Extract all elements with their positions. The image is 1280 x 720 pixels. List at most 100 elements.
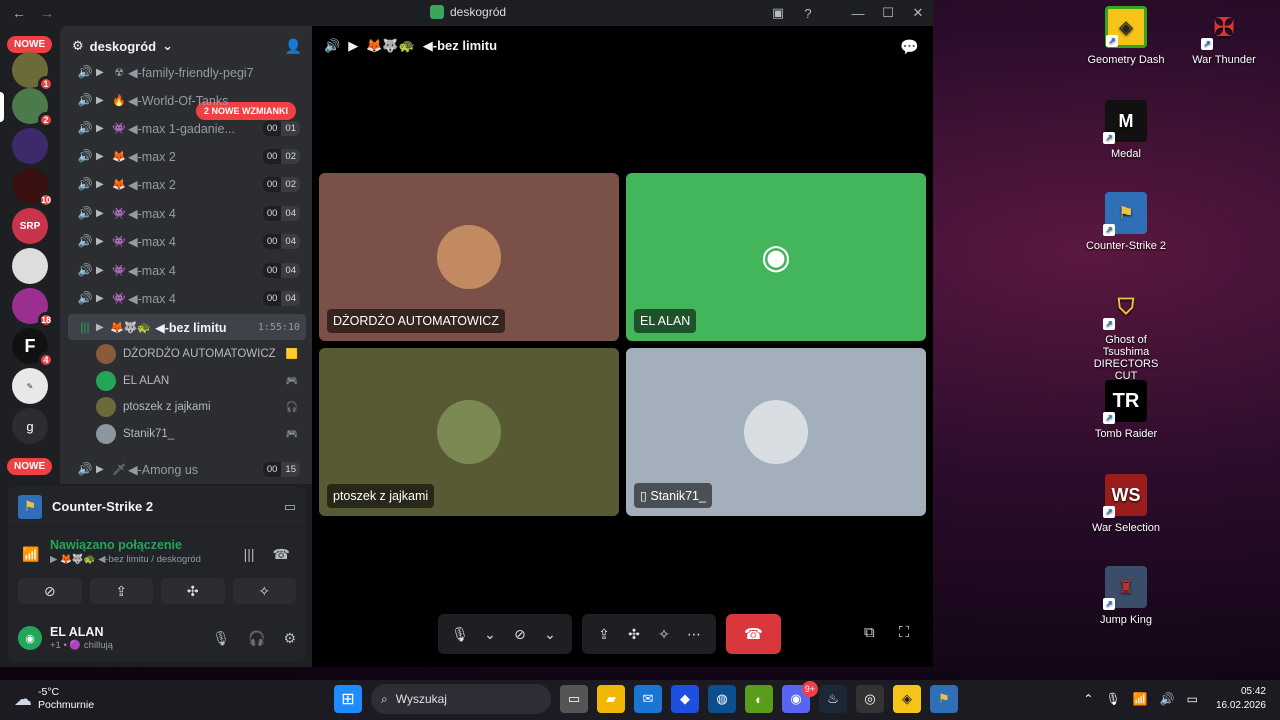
user-limit: 00 04 [262,205,300,221]
desktop-icon-ghost-of-tsushima[interactable]: ⛉ ↗ Ghost of Tsushima DIRECTORS CUT [1081,282,1171,382]
voice-channel[interactable]: 🔊 ▶ 👾 ◀-max 4 00 04 [68,200,306,226]
inbox-icon[interactable]: ▣ [763,5,793,21]
screen-share-icon[interactable]: ⇪ [592,626,616,643]
back-arrow-icon[interactable]: ← [12,5,26,21]
server-icon[interactable]: SRP [12,208,48,244]
server-icon[interactable]: 2 [12,88,54,128]
camera-off-icon[interactable]: ⊘ [508,626,532,643]
participant-tile[interactable]: ▯ Stanik71_ [626,348,926,516]
counter-strike-icon[interactable]: ⚑ [930,685,958,713]
headphones-icon[interactable]: 🎧 [248,630,265,647]
voice-member[interactable]: EL ALAN 🎮 [96,369,306,393]
discord-icon[interactable]: ◉ 9+ [782,681,818,713]
user-limit: 00 04 [262,262,300,278]
microphone-icon[interactable]: 🎙 [448,626,472,643]
clock[interactable]: 05:42 16.02.2026 [1216,685,1266,713]
participant-tile[interactable]: ◉ EL ALAN [626,173,926,341]
task-view-icon[interactable]: ▭ [560,685,588,713]
help-icon[interactable]: ? [793,6,823,21]
disconnect-icon[interactable]: ☎ [273,546,290,563]
user-limit: 00 15 [262,461,300,477]
search-icon: ⌕ [381,691,388,706]
voice-connection: 📶 Nawiązano połączenie ▶ 🦊🐺🐢 ◀-bez limit… [22,538,290,565]
chevron-down-icon[interactable]: ⌄ [478,626,502,643]
server-icon[interactable]: ✎ [12,368,48,404]
server-icon[interactable]: g [12,408,48,444]
close-button[interactable]: ✕ [903,5,933,21]
weather-widget[interactable]: ☁ -5°C Pochmurnie [14,686,94,712]
desktop-icon-war-selection[interactable]: WS ↗ War Selection [1081,470,1171,534]
wifi-icon[interactable]: 📶 [1133,692,1148,706]
desktop-icon-medal[interactable]: M ↗ Medal [1081,96,1171,160]
maximize-button[interactable]: ☐ [873,5,903,21]
voice-channel[interactable]: 🔊 ▶ 👾 ◀-max 4 00 04 [68,285,306,311]
geometry-dash-icon[interactable]: ◈ [893,685,921,713]
noise-suppression-icon[interactable]: ||| [244,546,255,563]
participant-tile[interactable]: ptoszek z jajkami [319,348,619,516]
new-badge[interactable]: NOWE [7,36,53,53]
voice-channel[interactable]: 🔊 ▶ 🦊 ◀-max 2 00 02 [68,143,306,169]
server-icon[interactable] [12,248,48,284]
tomb-raider-icon: TR ↗ [1103,380,1147,424]
voice-member[interactable]: Stanik71_ 🎮 [96,422,306,446]
nvidia-icon[interactable]: ◐ [745,685,773,713]
voice-member[interactable]: ptoszek z jajkami 🎧 [96,395,306,419]
voice-channel[interactable]: 🔊 ▶ 👾 ◀-max 1-gadanie... 00 01 [68,115,306,141]
desktop-icon-jump-king[interactable]: ♜ ↗ Jump King [1081,562,1171,626]
voice-channel[interactable]: 🔊 ▶ ☢ ◀-family-friendly-pegi7 [68,59,306,85]
soundboard-icon[interactable]: ✧ [652,626,676,643]
server-icon[interactable] [12,128,48,164]
new-badge[interactable]: NOWE [7,458,53,475]
obs-icon[interactable]: ◎ [856,685,884,713]
chevron-down-icon[interactable]: ⌄ [538,626,562,643]
chat-icon[interactable]: 💬 [900,38,919,56]
voice-channel[interactable]: 🔊 ▶ 🦊 ◀-max 2 00 02 [68,171,306,197]
participant-tile[interactable]: DŻORDŻO AUTOMATOWICZ [319,173,619,341]
voice-channel[interactable]: 🔊 ▶ 👾 ◀-max 4 00 04 [68,257,306,283]
voice-channel[interactable]: 🔊 ▶ 👾 ◀-max 4 00 04 [68,228,306,254]
windows-start-icon[interactable]: ⊞ [334,685,362,713]
volume-icon[interactable]: 🔊 [1160,692,1175,706]
forward-arrow-icon[interactable]: → [40,5,54,21]
gear-icon[interactable]: ⚙ [283,630,296,647]
soundboard-button[interactable]: ✧ [232,578,296,604]
dropbox-icon[interactable]: ◆ [671,685,699,713]
microphone-icon[interactable]: 🎙 [1105,692,1120,706]
voice-channel-active[interactable]: ||| ▶ 🦊🐺🐢 ◀-bez limitu 1:55:10 [68,314,306,340]
screen-share-button[interactable]: ⇪ [89,578,153,604]
voice-channel[interactable]: 🔊 ▶ 🔥 ◀-World-Of-Tanks [68,87,306,113]
signal-icon[interactable]: 📶 [22,546,39,563]
more-icon[interactable]: ⋯ [682,626,706,643]
fullscreen-icon[interactable]: ⛶ [899,624,910,641]
microphone-icon[interactable]: 🎙 [212,630,230,647]
desktop-icon-geometry-dash[interactable]: ◈ ↗ Geometry Dash [1081,2,1171,66]
battery-icon[interactable]: ▭ [1187,692,1198,706]
discord-logo-icon: ◉ [761,238,791,276]
minimize-button[interactable]: — [843,6,873,21]
call-header: 🔊 ▶ 🦊🐺🐢 ◀-bez limitu 💬 [324,38,919,56]
file-explorer-icon[interactable]: ▰ [597,685,625,713]
speaker-icon: 🔊 [77,121,93,135]
server-icon[interactable]: 18 [12,288,54,328]
server-icon[interactable]: F4 [12,328,54,368]
stream-game-icon[interactable]: ▭ [284,499,296,515]
voice-member[interactable]: DŻORDŻO AUTOMATOWICZ 🟨 [96,342,306,366]
chevron-up-icon[interactable]: ⌃ [1083,692,1093,706]
activities-button[interactable]: ✣ [161,578,225,604]
add-user-icon[interactable]: 👤 [285,38,302,55]
server-icon[interactable]: 10 [12,168,54,208]
steam-icon[interactable]: ♨ [819,685,847,713]
voice-channel[interactable]: 🔊 ▶ 🗡 ◀-Among us 00 15 [68,456,306,482]
hang-up-button[interactable]: ☎ [726,614,781,654]
desktop-icon-war-thunder[interactable]: ✠ ↗ War Thunder [1179,2,1269,67]
desktop-icon-counter-strike[interactable]: ⚑ ↗ Counter-Strike 2 [1081,188,1171,252]
server-icon[interactable]: 1 [12,52,54,92]
outlook-icon[interactable]: ✉ [634,685,662,713]
app-icon[interactable]: ◍ [708,685,736,713]
camera-off-button[interactable]: ⊘ [18,578,82,604]
search-bar[interactable]: ⌕ Wyszukaj [371,684,551,714]
desktop-icon-tomb-raider[interactable]: TR ↗ Tomb Raider [1081,376,1171,440]
activities-icon[interactable]: ✣ [622,626,646,643]
pop-out-icon[interactable]: ⧉ [864,624,875,641]
avatar[interactable]: ◉ [18,626,42,650]
